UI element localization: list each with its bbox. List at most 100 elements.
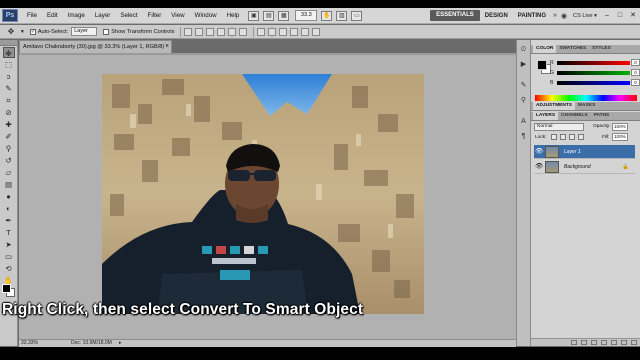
zoom-level-field[interactable]: 33.3 [295, 10, 318, 21]
foreground-color-box[interactable] [537, 60, 547, 70]
distribute-right-icon[interactable] [312, 27, 321, 36]
color-spectrum-bar[interactable] [535, 95, 637, 101]
align-left-icon[interactable] [217, 27, 226, 36]
tab-channels[interactable]: CHANNELS [558, 112, 591, 120]
character-panel-icon[interactable]: A [518, 116, 529, 127]
tool-preset-arrow-icon[interactable]: ▾ [21, 29, 24, 35]
auto-select-checkbox[interactable]: ✓ [29, 28, 36, 35]
pen-tool-icon[interactable]: ✒ [3, 215, 15, 226]
screen-mode-icon[interactable]: ▭ [351, 10, 363, 21]
lock-transparent-icon[interactable] [551, 134, 557, 140]
distribute-vcenter-icon[interactable] [268, 27, 277, 36]
menu-layer[interactable]: Layer [90, 8, 115, 24]
new-adjustment-icon[interactable] [601, 340, 607, 345]
visibility-eye-icon[interactable]: 👁 [535, 148, 543, 156]
distribute-bottom-icon[interactable] [279, 27, 288, 36]
brush-tool-icon[interactable]: ✐ [3, 131, 15, 142]
add-mask-icon[interactable] [591, 340, 597, 345]
layer-style-icon[interactable] [581, 340, 587, 345]
tab-masks[interactable]: MASKS [575, 102, 598, 110]
delete-layer-icon[interactable] [631, 340, 637, 345]
tools-panel-grip[interactable] [0, 40, 17, 46]
clone-source-panel-icon[interactable]: ⚲ [518, 95, 529, 106]
layer-row-background[interactable]: 👁 Background 🔒 [534, 160, 635, 174]
tab-paths[interactable]: PATHS [591, 112, 613, 120]
link-layers-icon[interactable] [571, 340, 577, 345]
lock-position-icon[interactable] [569, 134, 575, 140]
lock-image-icon[interactable] [560, 134, 566, 140]
menu-edit[interactable]: Edit [42, 8, 63, 24]
lasso-tool-icon[interactable]: ↄ [3, 71, 15, 82]
clone-stamp-tool-icon[interactable]: ⚲ [3, 143, 15, 154]
healing-brush-tool-icon[interactable]: ✚ [3, 119, 15, 130]
launch-mini-bridge-icon[interactable]: ▤ [263, 10, 275, 21]
align-top-icon[interactable] [184, 27, 193, 36]
auto-select-dropdown[interactable]: Layer [71, 27, 98, 36]
status-zoom[interactable]: 33.33% [21, 340, 38, 347]
hand-tool-icon[interactable]: ✋ [321, 10, 333, 21]
menu-select[interactable]: Select [115, 8, 142, 24]
restore-button[interactable]: □ [614, 11, 626, 21]
layer-row-layer-1[interactable]: 👁 Layer 1 [534, 145, 635, 159]
launch-bridge-icon[interactable]: ▣ [248, 10, 260, 21]
history-brush-tool-icon[interactable]: ↺ [3, 155, 15, 166]
document-image[interactable] [102, 74, 424, 314]
marquee-tool-icon[interactable]: ⬚ [3, 59, 15, 70]
more-workspaces-button[interactable]: » [551, 12, 559, 19]
path-selection-tool-icon[interactable]: ➤ [3, 239, 15, 250]
align-hcenter-icon[interactable] [228, 27, 237, 36]
crop-tool-icon[interactable]: ⌗ [3, 95, 15, 106]
channel-r-slider[interactable] [557, 61, 630, 65]
show-transform-checkbox[interactable] [103, 28, 110, 35]
type-tool-icon[interactable]: T [3, 227, 15, 238]
align-right-icon[interactable] [239, 27, 248, 36]
eraser-tool-icon[interactable]: ▱ [3, 167, 15, 178]
new-group-icon[interactable] [611, 340, 617, 345]
dodge-tool-icon[interactable]: ◐ [3, 203, 15, 214]
status-menu-arrow-icon[interactable]: ▸ [119, 340, 122, 347]
menu-file[interactable]: File [22, 8, 42, 24]
distribute-left-icon[interactable] [290, 27, 299, 36]
channel-g-slider[interactable] [557, 71, 630, 75]
channel-b-slider[interactable] [557, 81, 630, 85]
align-bottom-icon[interactable] [206, 27, 215, 36]
tab-layers[interactable]: LAYERS [533, 112, 559, 120]
gradient-tool-icon[interactable]: ▤ [3, 179, 15, 190]
tab-color[interactable]: COLOR [533, 45, 557, 53]
distribute-top-icon[interactable] [257, 27, 266, 36]
eyedropper-tool-icon[interactable]: ⊘ [3, 107, 15, 118]
opacity-field[interactable]: 100% [612, 123, 628, 131]
menu-image[interactable]: Image [63, 8, 90, 24]
document-tab[interactable]: Amitavo Chakraborty (30).jpg @ 33.3% (La… [19, 40, 172, 53]
menu-view[interactable]: View [166, 8, 189, 24]
menu-window[interactable]: Window [190, 8, 222, 24]
channel-b-value[interactable]: 0 [631, 79, 640, 86]
3d-rotate-tool-icon[interactable]: ⟲ [3, 263, 15, 274]
menu-filter[interactable]: Filter [143, 8, 167, 24]
workspace-design-button[interactable]: DESIGN [480, 13, 513, 19]
paragraph-panel-icon[interactable]: ¶ [518, 131, 529, 142]
channel-r-value[interactable]: 0 [631, 59, 640, 66]
shape-tool-icon[interactable]: ▭ [3, 251, 15, 262]
move-tool-icon[interactable]: ✥ [2, 47, 15, 58]
blend-mode-dropdown[interactable]: Normal [534, 123, 584, 131]
arrange-documents-icon[interactable]: ▥ [336, 10, 348, 21]
quick-selection-tool-icon[interactable]: ✎ [3, 83, 15, 94]
minimize-button[interactable]: – [601, 11, 613, 21]
blur-tool-icon[interactable]: ● [3, 191, 15, 202]
cs-live-button[interactable]: CS Live ▾ [569, 13, 601, 19]
brush-panel-icon[interactable]: ✎ [518, 80, 529, 91]
actions-panel-icon[interactable]: ▶ [518, 59, 529, 70]
foreground-color-swatch[interactable] [2, 284, 11, 293]
new-layer-icon[interactable] [621, 340, 627, 345]
workspace-essentials-button[interactable]: ESSENTIALS [430, 10, 480, 21]
document-close-button[interactable]: × [165, 41, 169, 53]
workspace-painting-button[interactable]: PAINTING [513, 13, 551, 19]
tab-swatches[interactable]: SWATCHES [556, 45, 589, 53]
visibility-eye-icon[interactable]: 👁 [535, 163, 543, 171]
history-panel-icon[interactable]: ⏲ [518, 44, 529, 55]
tab-adjustments[interactable]: ADJUSTMENTS [533, 102, 575, 110]
move-tool-icon[interactable]: ✥ [3, 27, 19, 36]
tab-styles[interactable]: STYLES [589, 45, 614, 53]
align-vcenter-icon[interactable] [195, 27, 204, 36]
